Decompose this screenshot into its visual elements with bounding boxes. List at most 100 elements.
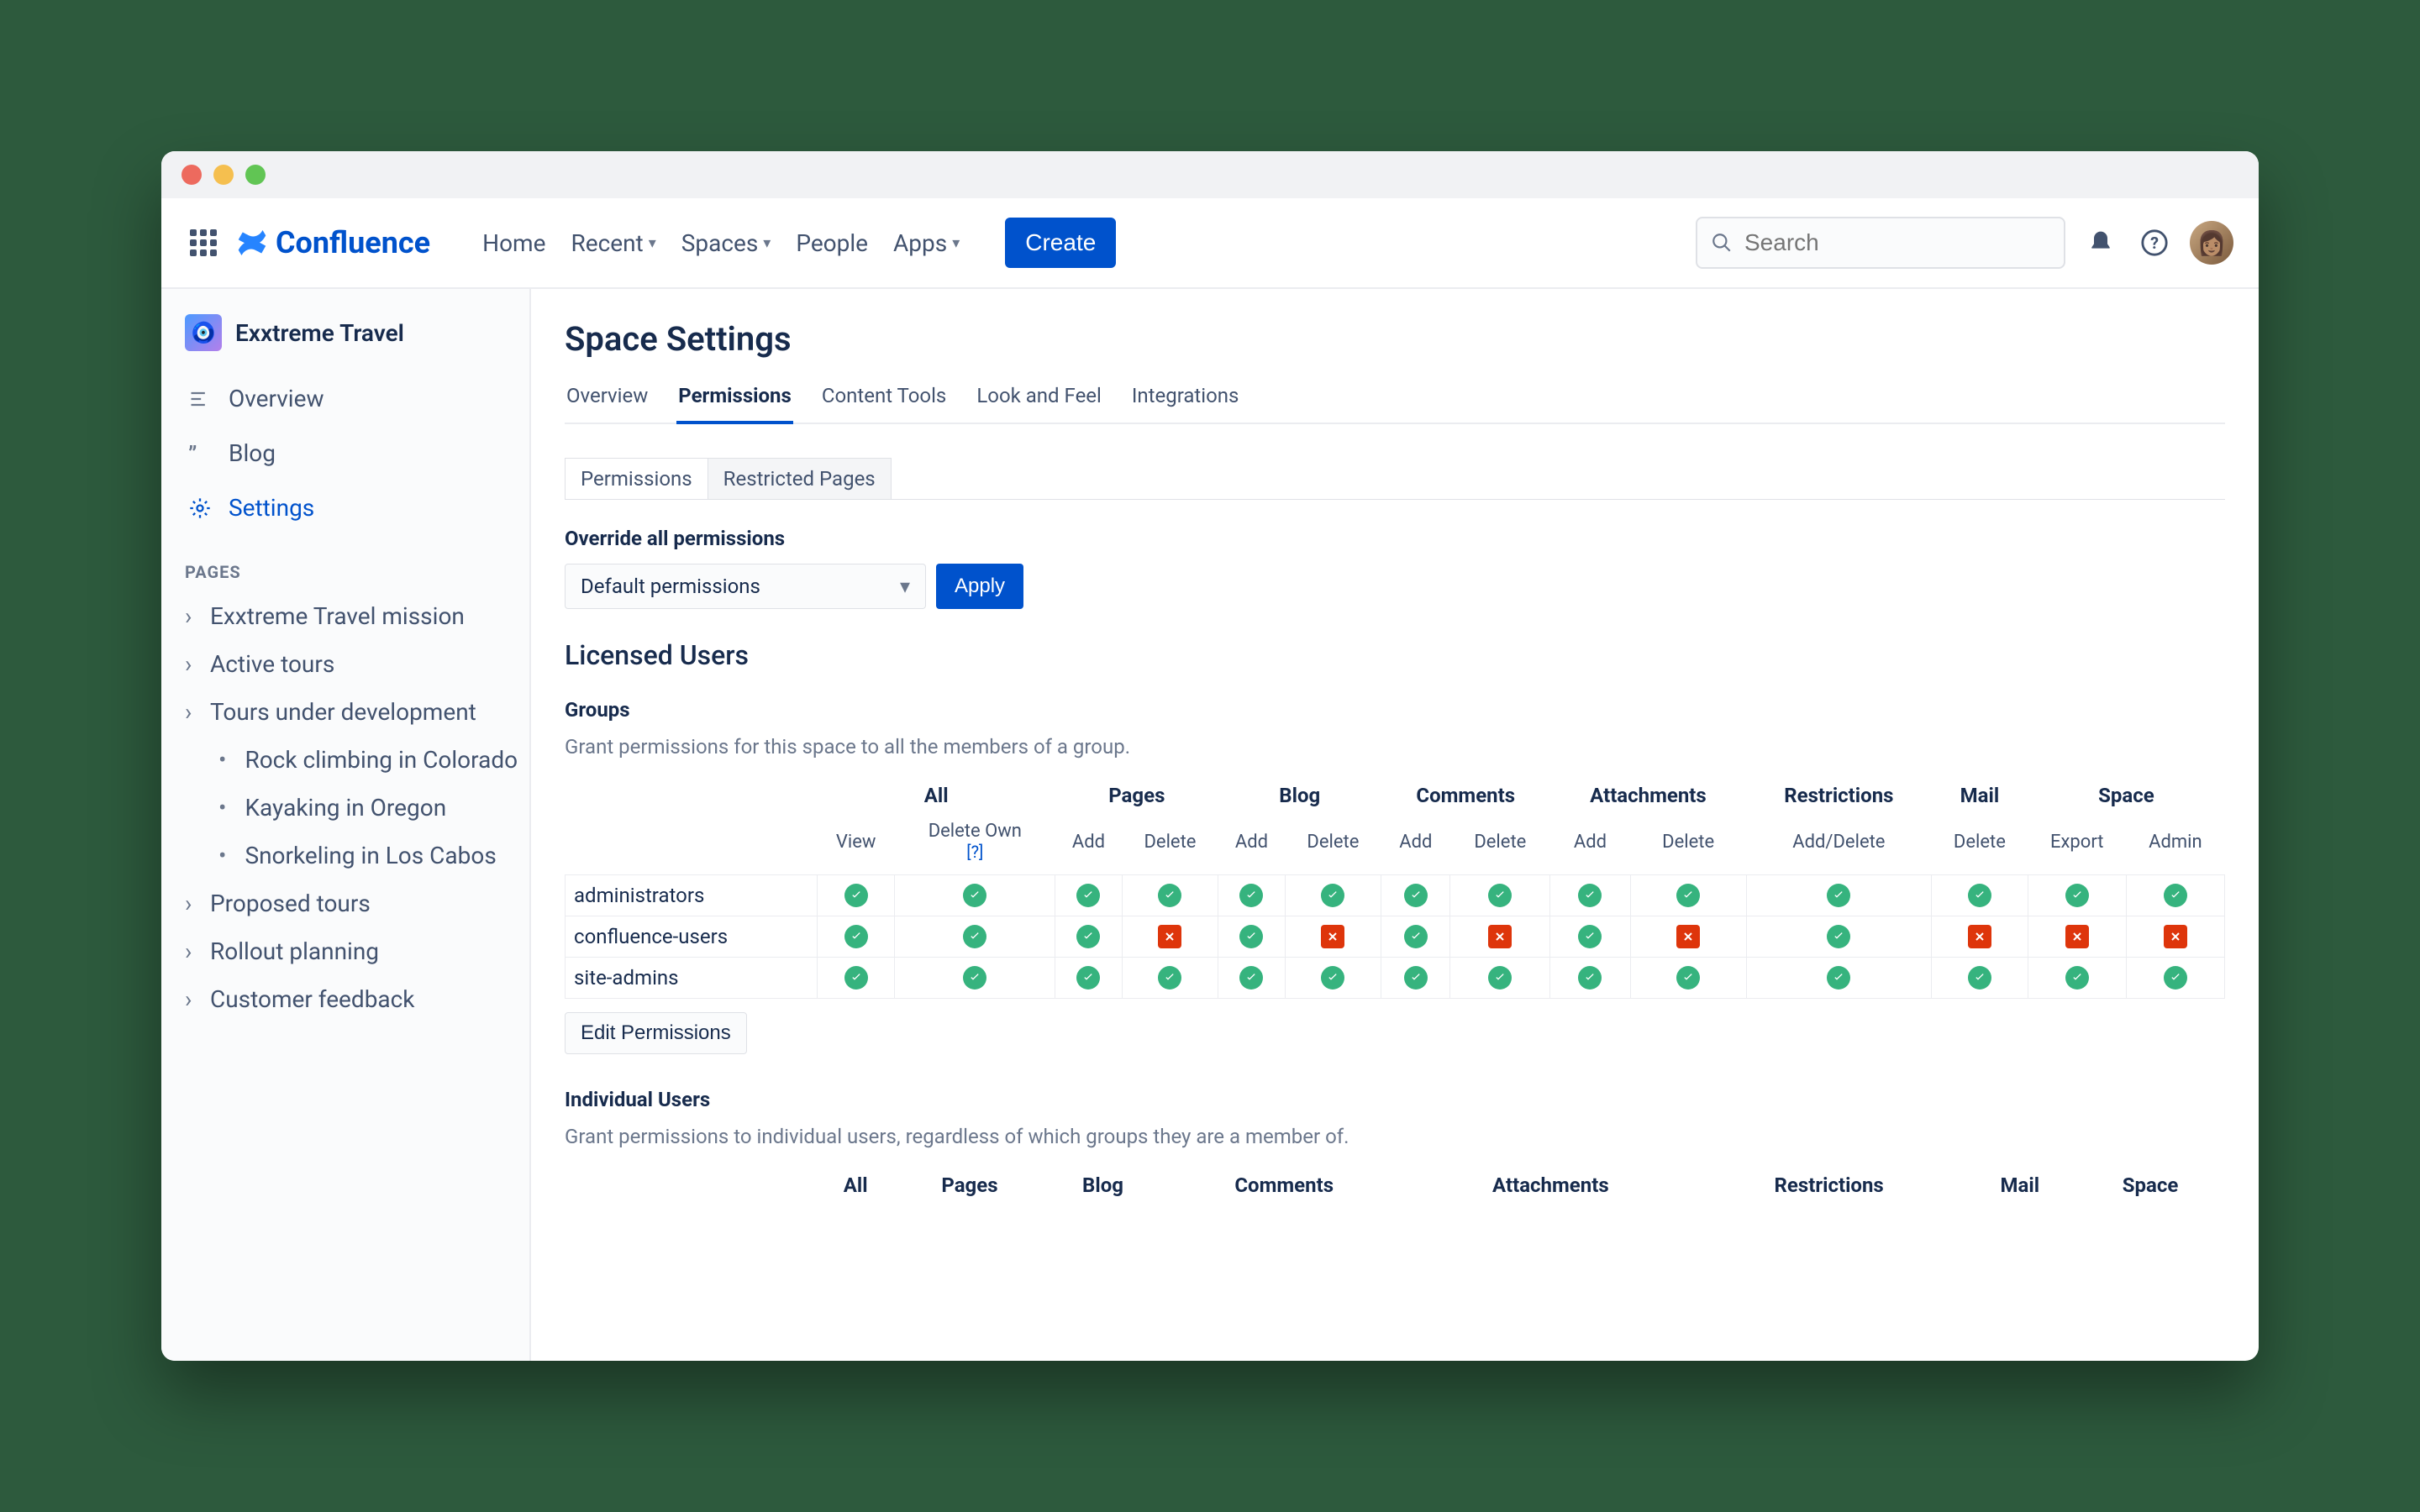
page-tree-item[interactable]: ›Rollout planning <box>175 927 519 975</box>
create-button[interactable]: Create <box>1005 218 1116 268</box>
group-name-cell: site-admins <box>566 958 818 999</box>
permission-granted-icon <box>2164 884 2187 907</box>
permission-cell <box>1055 916 1122 958</box>
group-name-cell: confluence-users <box>566 916 818 958</box>
subcol: Delete <box>1450 816 1550 875</box>
brand-logo[interactable]: Confluence <box>235 225 430 260</box>
svg-text:”: ” <box>188 442 197 465</box>
groups-permissions-table: All Pages Blog Comments Attachments Rest… <box>565 775 2225 999</box>
permission-denied-icon <box>2164 925 2187 948</box>
permission-granted-icon <box>2065 884 2089 907</box>
app-window: Confluence Home Recent▾ Spaces▾ People A… <box>161 151 2259 1361</box>
apply-button[interactable]: Apply <box>936 564 1023 609</box>
individual-users-description: Grant permissions to individual users, r… <box>565 1125 2225 1148</box>
override-select[interactable]: Default permissions ▾ <box>565 564 926 609</box>
page-tree-item[interactable]: ›Customer feedback <box>175 975 519 1023</box>
permission-cell <box>2126 916 2224 958</box>
page-tree-item[interactable]: ›Tours under development <box>175 688 519 736</box>
sidebar-overview[interactable]: Overview <box>171 371 519 426</box>
colgroup-comments: Comments <box>1381 775 1550 816</box>
permission-granted-icon <box>1076 966 1100 990</box>
tab-content-tools[interactable]: Content Tools <box>820 374 949 423</box>
notifications-icon[interactable] <box>2082 224 2119 261</box>
permission-granted-icon <box>1676 884 1700 907</box>
permission-cell <box>1381 916 1450 958</box>
permission-denied-icon <box>1488 925 1512 948</box>
search-icon <box>1711 232 1733 254</box>
permission-cell <box>2126 958 2224 999</box>
page-tree-subitem[interactable]: Kayaking in Oregon <box>208 784 519 832</box>
subcol: Add <box>1550 816 1630 875</box>
permission-granted-icon <box>1578 925 1602 948</box>
pages-section-label: PAGES <box>171 535 519 592</box>
edit-permissions-button[interactable]: Edit Permissions <box>565 1012 747 1054</box>
permission-cell <box>1285 875 1381 916</box>
subcol: Add/Delete <box>1746 816 1931 875</box>
subtab-permissions[interactable]: Permissions <box>565 458 708 499</box>
sidebar-blog[interactable]: ” Blog <box>171 426 519 480</box>
chevron-right-icon: › <box>185 698 202 726</box>
page-tree: ›Exxtreme Travel mission ›Active tours ›… <box>171 592 519 1023</box>
maximize-window-icon[interactable] <box>245 165 266 185</box>
search-input[interactable] <box>1696 217 2065 269</box>
permission-granted-icon <box>1239 925 1263 948</box>
permission-cell <box>2028 916 2126 958</box>
chevron-right-icon: › <box>185 650 202 678</box>
permission-granted-icon <box>1404 884 1428 907</box>
permission-granted-icon <box>1321 884 1344 907</box>
groups-description: Grant permissions for this space to all … <box>565 735 2225 759</box>
permission-cell <box>895 958 1055 999</box>
sidebar: 🧿 Exxtreme Travel Overview ” Blog Settin… <box>161 289 531 1361</box>
quote-icon: ” <box>188 442 212 465</box>
nav-spaces[interactable]: Spaces▾ <box>676 224 776 262</box>
permission-cell <box>1218 875 1285 916</box>
page-tree-item[interactable]: ›Active tours <box>175 640 519 688</box>
chevron-right-icon: › <box>185 985 202 1013</box>
permission-cell <box>1450 875 1550 916</box>
page-tree-subitem[interactable]: Snorkeling in Los Cabos <box>208 832 519 879</box>
space-header[interactable]: 🧿 Exxtreme Travel <box>171 314 519 371</box>
colgroup-restrictions: Restrictions <box>1746 775 1931 816</box>
permissions-subtabs: Permissions Restricted Pages <box>565 458 2225 500</box>
help-icon[interactable]: ? <box>2136 224 2173 261</box>
nav-home[interactable]: Home <box>477 224 550 262</box>
space-name: Exxtreme Travel <box>235 319 404 347</box>
nav-people[interactable]: People <box>791 224 873 262</box>
tab-permissions[interactable]: Permissions <box>676 374 793 424</box>
permission-granted-icon <box>1968 966 1991 990</box>
tab-overview[interactable]: Overview <box>565 374 650 423</box>
chevron-right-icon: › <box>185 937 202 965</box>
help-link[interactable]: [?] <box>966 842 983 862</box>
subcol: Add <box>1218 816 1285 875</box>
permission-cell <box>1285 958 1381 999</box>
page-tree-item[interactable]: ›Proposed tours <box>175 879 519 927</box>
permission-granted-icon <box>1158 884 1181 907</box>
permission-granted-icon <box>1676 966 1700 990</box>
chevron-down-icon: ▾ <box>763 234 771 252</box>
close-window-icon[interactable] <box>182 165 202 185</box>
permission-denied-icon <box>2065 925 2089 948</box>
permission-granted-icon <box>1968 884 1991 907</box>
permission-granted-icon <box>1076 925 1100 948</box>
page-tree-item[interactable]: ›Exxtreme Travel mission <box>175 592 519 640</box>
tab-integrations[interactable]: Integrations <box>1130 374 1241 423</box>
page-tree-subitem[interactable]: Rock climbing in Colorado <box>208 736 519 784</box>
subtab-restricted-pages[interactable]: Restricted Pages <box>708 458 892 499</box>
sidebar-settings[interactable]: Settings <box>171 480 519 535</box>
permission-cell <box>1450 958 1550 999</box>
user-avatar[interactable]: 👩🏽 <box>2190 221 2233 265</box>
group-name-cell: administrators <box>566 875 818 916</box>
subcol: Add <box>1381 816 1450 875</box>
tab-look-and-feel[interactable]: Look and Feel <box>975 374 1103 423</box>
main-content: Space Settings Overview Permissions Cont… <box>531 289 2259 1361</box>
app-switcher-icon[interactable] <box>187 226 220 260</box>
nav-recent[interactable]: Recent▾ <box>566 224 660 262</box>
minimize-window-icon[interactable] <box>213 165 234 185</box>
colgroup-pages: Pages <box>1055 775 1218 816</box>
permission-granted-icon <box>2164 966 2187 990</box>
permission-cell <box>2028 875 2126 916</box>
nav-apps[interactable]: Apps▾ <box>888 224 965 262</box>
overview-icon <box>188 387 212 411</box>
permission-cell <box>1932 958 2028 999</box>
permission-denied-icon <box>1968 925 1991 948</box>
